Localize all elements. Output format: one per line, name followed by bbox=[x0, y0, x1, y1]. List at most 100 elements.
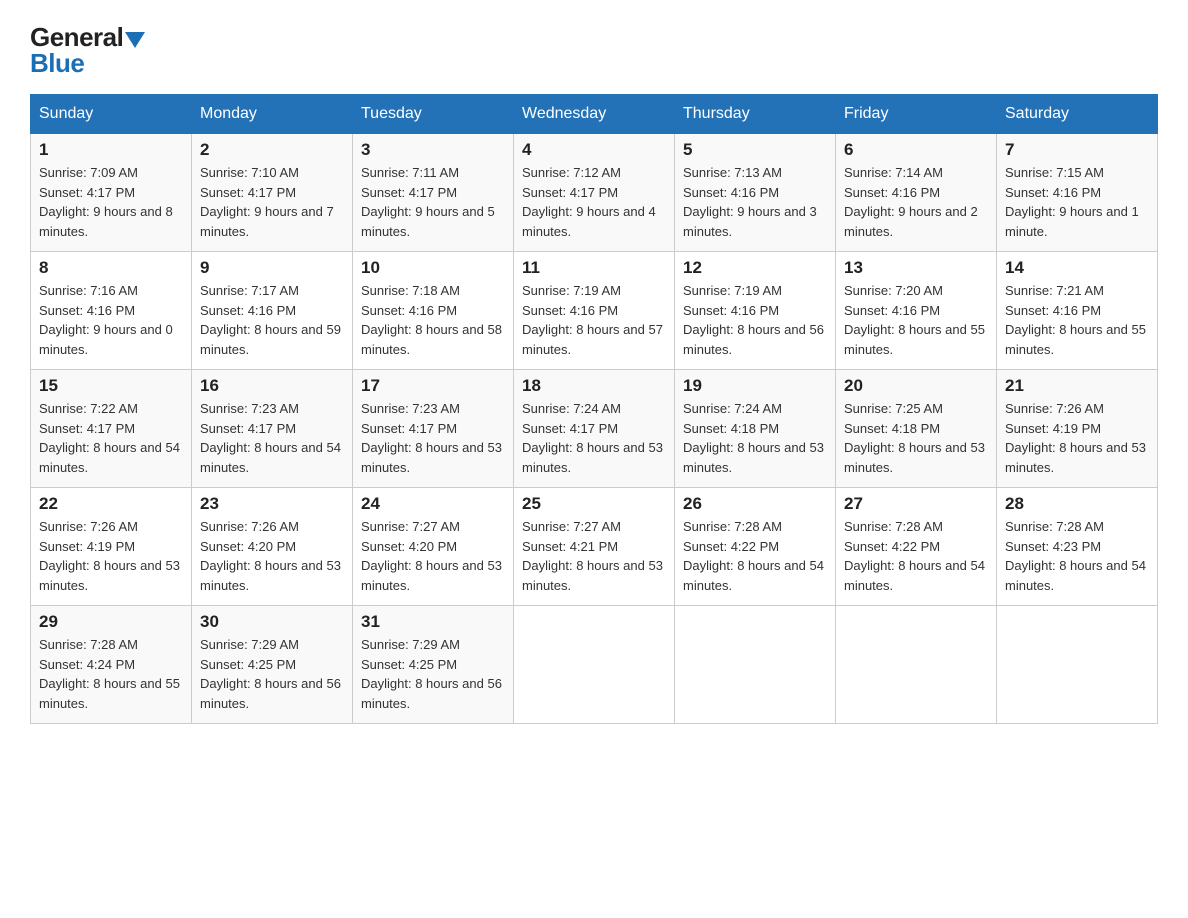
day-info: Sunrise: 7:09 AMSunset: 4:17 PMDaylight:… bbox=[39, 163, 183, 241]
day-cell: 17 Sunrise: 7:23 AMSunset: 4:17 PMDayligh… bbox=[353, 370, 514, 488]
day-cell: 31 Sunrise: 7:29 AMSunset: 4:25 PMDayligh… bbox=[353, 606, 514, 724]
day-number: 30 bbox=[200, 612, 344, 632]
day-number: 2 bbox=[200, 140, 344, 160]
day-info: Sunrise: 7:27 AMSunset: 4:21 PMDaylight:… bbox=[522, 517, 666, 595]
day-number: 15 bbox=[39, 376, 183, 396]
day-number: 25 bbox=[522, 494, 666, 514]
day-number: 1 bbox=[39, 140, 183, 160]
day-number: 22 bbox=[39, 494, 183, 514]
day-cell: 6 Sunrise: 7:14 AMSunset: 4:16 PMDaylight… bbox=[836, 134, 997, 252]
day-number: 7 bbox=[1005, 140, 1149, 160]
col-header-sunday: Sunday bbox=[31, 95, 192, 134]
day-number: 31 bbox=[361, 612, 505, 632]
day-number: 8 bbox=[39, 258, 183, 278]
day-number: 26 bbox=[683, 494, 827, 514]
day-number: 11 bbox=[522, 258, 666, 278]
week-row-4: 22Sunrise: 7:26 AMSunset: 4:19 PMDayligh… bbox=[31, 488, 1158, 606]
day-cell bbox=[997, 606, 1158, 724]
day-info: Sunrise: 7:20 AMSunset: 4:16 PMDaylight:… bbox=[844, 281, 988, 359]
day-cell: 9Sunrise: 7:17 AMSunset: 4:16 PMDaylight… bbox=[192, 252, 353, 370]
day-cell: 25 Sunrise: 7:27 AMSunset: 4:21 PMDayligh… bbox=[514, 488, 675, 606]
day-info: Sunrise: 7:26 AMSunset: 4:20 PMDaylight:… bbox=[200, 517, 344, 595]
day-cell: 12 Sunrise: 7:19 AMSunset: 4:16 PMDayligh… bbox=[675, 252, 836, 370]
day-cell: 2 Sunrise: 7:10 AMSunset: 4:17 PMDaylight… bbox=[192, 134, 353, 252]
day-info: Sunrise: 7:21 AMSunset: 4:16 PMDaylight:… bbox=[1005, 281, 1149, 359]
day-number: 3 bbox=[361, 140, 505, 160]
day-cell: 24Sunrise: 7:27 AMSunset: 4:20 PMDayligh… bbox=[353, 488, 514, 606]
day-info: Sunrise: 7:19 AMSunset: 4:16 PMDaylight:… bbox=[522, 281, 666, 359]
week-row-3: 15 Sunrise: 7:22 AMSunset: 4:17 PMDayligh… bbox=[31, 370, 1158, 488]
day-cell: 20 Sunrise: 7:25 AMSunset: 4:18 PMDayligh… bbox=[836, 370, 997, 488]
day-number: 6 bbox=[844, 140, 988, 160]
col-header-friday: Friday bbox=[836, 95, 997, 134]
col-header-tuesday: Tuesday bbox=[353, 95, 514, 134]
header-row: SundayMondayTuesdayWednesdayThursdayFrid… bbox=[31, 95, 1158, 134]
day-info: Sunrise: 7:28 AMSunset: 4:23 PMDaylight:… bbox=[1005, 517, 1149, 595]
day-number: 14 bbox=[1005, 258, 1149, 278]
day-number: 20 bbox=[844, 376, 988, 396]
day-info: Sunrise: 7:29 AMSunset: 4:25 PMDaylight:… bbox=[200, 635, 344, 713]
day-info: Sunrise: 7:29 AMSunset: 4:25 PMDaylight:… bbox=[361, 635, 505, 713]
day-number: 19 bbox=[683, 376, 827, 396]
day-cell: 5 Sunrise: 7:13 AMSunset: 4:16 PMDaylight… bbox=[675, 134, 836, 252]
day-cell: 23 Sunrise: 7:26 AMSunset: 4:20 PMDayligh… bbox=[192, 488, 353, 606]
logo-blue-text: Blue bbox=[30, 50, 84, 76]
day-number: 10 bbox=[361, 258, 505, 278]
day-cell: 15 Sunrise: 7:22 AMSunset: 4:17 PMDayligh… bbox=[31, 370, 192, 488]
logo-triangle-icon bbox=[125, 32, 145, 48]
day-number: 17 bbox=[361, 376, 505, 396]
day-cell: 28 Sunrise: 7:28 AMSunset: 4:23 PMDayligh… bbox=[997, 488, 1158, 606]
day-number: 12 bbox=[683, 258, 827, 278]
week-row-2: 8 Sunrise: 7:16 AMSunset: 4:16 PMDaylight… bbox=[31, 252, 1158, 370]
day-number: 5 bbox=[683, 140, 827, 160]
day-number: 28 bbox=[1005, 494, 1149, 514]
day-cell: 14 Sunrise: 7:21 AMSunset: 4:16 PMDayligh… bbox=[997, 252, 1158, 370]
day-number: 18 bbox=[522, 376, 666, 396]
day-info: Sunrise: 7:28 AMSunset: 4:22 PMDaylight:… bbox=[844, 517, 988, 595]
col-header-wednesday: Wednesday bbox=[514, 95, 675, 134]
day-info: Sunrise: 7:22 AMSunset: 4:17 PMDaylight:… bbox=[39, 399, 183, 477]
day-number: 16 bbox=[200, 376, 344, 396]
day-info: Sunrise: 7:25 AMSunset: 4:18 PMDaylight:… bbox=[844, 399, 988, 477]
day-cell: 10 Sunrise: 7:18 AMSunset: 4:16 PMDayligh… bbox=[353, 252, 514, 370]
day-cell bbox=[514, 606, 675, 724]
week-row-5: 29 Sunrise: 7:28 AMSunset: 4:24 PMDayligh… bbox=[31, 606, 1158, 724]
day-info: Sunrise: 7:17 AMSunset: 4:16 PMDaylight:… bbox=[200, 281, 344, 359]
day-number: 29 bbox=[39, 612, 183, 632]
day-cell: 4Sunrise: 7:12 AMSunset: 4:17 PMDaylight… bbox=[514, 134, 675, 252]
day-info: Sunrise: 7:23 AMSunset: 4:17 PMDaylight:… bbox=[200, 399, 344, 477]
day-cell: 13Sunrise: 7:20 AMSunset: 4:16 PMDayligh… bbox=[836, 252, 997, 370]
col-header-saturday: Saturday bbox=[997, 95, 1158, 134]
day-cell: 18 Sunrise: 7:24 AMSunset: 4:17 PMDayligh… bbox=[514, 370, 675, 488]
day-cell: 21 Sunrise: 7:26 AMSunset: 4:19 PMDayligh… bbox=[997, 370, 1158, 488]
day-info: Sunrise: 7:16 AMSunset: 4:16 PMDaylight:… bbox=[39, 281, 183, 359]
day-info: Sunrise: 7:24 AMSunset: 4:18 PMDaylight:… bbox=[683, 399, 827, 477]
day-number: 27 bbox=[844, 494, 988, 514]
day-cell bbox=[836, 606, 997, 724]
day-cell: 7 Sunrise: 7:15 AMSunset: 4:16 PMDaylight… bbox=[997, 134, 1158, 252]
day-cell: 27 Sunrise: 7:28 AMSunset: 4:22 PMDayligh… bbox=[836, 488, 997, 606]
day-info: Sunrise: 7:28 AMSunset: 4:24 PMDaylight:… bbox=[39, 635, 183, 713]
day-info: Sunrise: 7:14 AMSunset: 4:16 PMDaylight:… bbox=[844, 163, 988, 241]
page-header: General Blue bbox=[30, 20, 1158, 76]
day-info: Sunrise: 7:24 AMSunset: 4:17 PMDaylight:… bbox=[522, 399, 666, 477]
day-info: Sunrise: 7:19 AMSunset: 4:16 PMDaylight:… bbox=[683, 281, 827, 359]
logo-general-text: General bbox=[30, 24, 145, 50]
day-cell: 29 Sunrise: 7:28 AMSunset: 4:24 PMDayligh… bbox=[31, 606, 192, 724]
day-cell: 11 Sunrise: 7:19 AMSunset: 4:16 PMDayligh… bbox=[514, 252, 675, 370]
day-info: Sunrise: 7:15 AMSunset: 4:16 PMDaylight:… bbox=[1005, 163, 1149, 241]
col-header-monday: Monday bbox=[192, 95, 353, 134]
day-cell: 22Sunrise: 7:26 AMSunset: 4:19 PMDayligh… bbox=[31, 488, 192, 606]
day-cell bbox=[675, 606, 836, 724]
col-header-thursday: Thursday bbox=[675, 95, 836, 134]
calendar-table: SundayMondayTuesdayWednesdayThursdayFrid… bbox=[30, 94, 1158, 724]
day-number: 23 bbox=[200, 494, 344, 514]
day-info: Sunrise: 7:27 AMSunset: 4:20 PMDaylight:… bbox=[361, 517, 505, 595]
day-info: Sunrise: 7:10 AMSunset: 4:17 PMDaylight:… bbox=[200, 163, 344, 241]
day-info: Sunrise: 7:18 AMSunset: 4:16 PMDaylight:… bbox=[361, 281, 505, 359]
day-number: 21 bbox=[1005, 376, 1149, 396]
day-info: Sunrise: 7:23 AMSunset: 4:17 PMDaylight:… bbox=[361, 399, 505, 477]
day-info: Sunrise: 7:26 AMSunset: 4:19 PMDaylight:… bbox=[1005, 399, 1149, 477]
day-info: Sunrise: 7:13 AMSunset: 4:16 PMDaylight:… bbox=[683, 163, 827, 241]
day-cell: 3Sunrise: 7:11 AMSunset: 4:17 PMDaylight… bbox=[353, 134, 514, 252]
